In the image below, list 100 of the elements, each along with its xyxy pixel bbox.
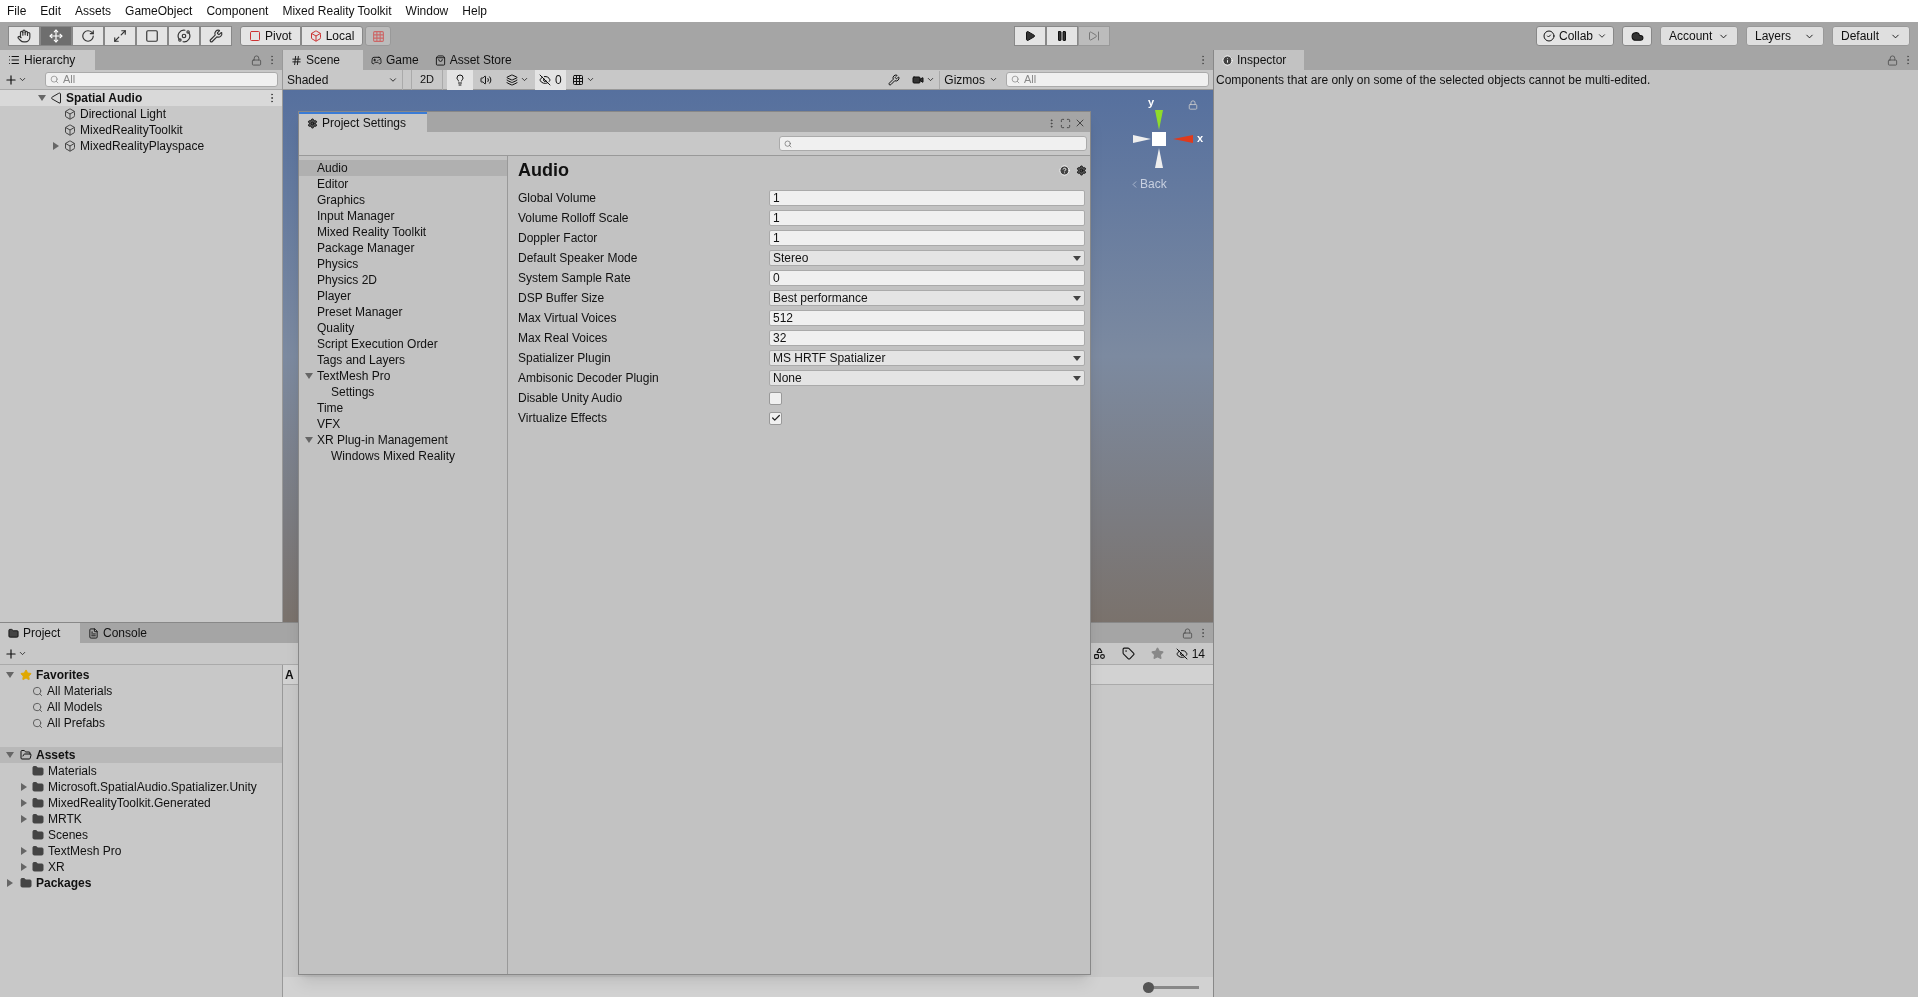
dropdown[interactable]: MS HRTF Spatializer: [769, 350, 1085, 366]
text-field[interactable]: 0: [769, 270, 1085, 286]
folder-item[interactable]: MRTK: [48, 810, 82, 828]
cloud-button[interactable]: [1622, 26, 1652, 46]
checkbox[interactable]: [769, 391, 782, 405]
text-field[interactable]: 1: [769, 210, 1085, 226]
expand-arrow-icon[interactable]: [6, 671, 14, 679]
pivot-button[interactable]: Pivot: [240, 26, 301, 46]
scene-tab[interactable]: Scene: [283, 50, 363, 70]
settings-nav-item[interactable]: XR Plug-in Management: [299, 432, 507, 448]
settings-nav-item[interactable]: Physics: [299, 256, 507, 272]
help-icon[interactable]: [1059, 164, 1070, 176]
lock-icon[interactable]: [251, 55, 262, 66]
favorite-item[interactable]: All Models: [47, 698, 103, 716]
expand-arrow-icon[interactable]: [20, 783, 28, 791]
hierarchy-item[interactable]: Directional Light: [80, 105, 167, 123]
lock-icon[interactable]: [1887, 55, 1898, 66]
scale-tool-button[interactable]: [104, 26, 136, 46]
settings-nav-item[interactable]: VFX: [299, 416, 507, 432]
expand-arrow-icon[interactable]: [20, 847, 28, 855]
menu-item[interactable]: Help: [462, 2, 487, 20]
expand-arrow-icon[interactable]: [6, 879, 14, 887]
transform-tool-button[interactable]: [168, 26, 200, 46]
expand-arrow-icon[interactable]: [305, 436, 313, 444]
settings-nav-item[interactable]: Preset Manager: [299, 304, 507, 320]
folder-item[interactable]: MixedRealityToolkit.Generated: [48, 794, 211, 812]
gizmos-dropdown[interactable]: Gizmos: [939, 70, 1002, 89]
folder-item[interactable]: Materials: [48, 762, 97, 780]
settings-nav-item[interactable]: Windows Mixed Reality: [299, 448, 507, 464]
expand-arrow-icon[interactable]: [52, 142, 60, 150]
packages-label[interactable]: Packages: [36, 874, 92, 892]
custom-tool-button[interactable]: [200, 26, 232, 46]
orientation-gizmo-drawing[interactable]: [1133, 110, 1193, 170]
favorite-item[interactable]: All Prefabs: [47, 714, 106, 732]
settings-nav-item[interactable]: Audio: [299, 160, 507, 176]
lock-icon[interactable]: [1182, 628, 1193, 639]
maximize-icon[interactable]: [1060, 117, 1071, 129]
hierarchy-tab[interactable]: Hierarchy: [0, 50, 95, 70]
play-button[interactable]: [1014, 26, 1047, 46]
text-field[interactable]: 32: [769, 330, 1085, 346]
settings-search-field[interactable]: [779, 136, 1087, 151]
hand-tool-button[interactable]: [8, 26, 40, 46]
pause-button[interactable]: [1046, 26, 1079, 46]
settings-nav-item[interactable]: Player: [299, 288, 507, 304]
menu-item[interactable]: Window: [405, 2, 449, 20]
lighting-toggle[interactable]: [447, 69, 474, 90]
local-button[interactable]: Local: [300, 26, 364, 46]
menu-item[interactable]: GameObject: [125, 2, 193, 20]
hidden-packages-toggle[interactable]: 14: [1171, 644, 1209, 663]
settings-icon[interactable]: [1076, 164, 1087, 176]
expand-arrow-icon[interactable]: [20, 863, 28, 871]
window-tab[interactable]: Project Settings: [299, 112, 427, 132]
folder-item[interactable]: TextMesh Pro: [48, 842, 122, 860]
menu-item[interactable]: Edit: [40, 2, 62, 20]
2d-toggle[interactable]: 2D: [411, 69, 444, 90]
settings-nav-item[interactable]: Script Execution Order: [299, 336, 507, 352]
hierarchy-item[interactable]: MixedRealityToolkit: [80, 121, 183, 139]
rect-tool-button[interactable]: [136, 26, 168, 46]
layers-dropdown[interactable]: Layers: [1746, 26, 1824, 46]
shapes-icon[interactable]: [1092, 647, 1106, 660]
dropdown[interactable]: Best performance: [769, 290, 1085, 306]
text-field[interactable]: 1: [769, 190, 1085, 206]
settings-nav-item[interactable]: Settings: [299, 384, 507, 400]
settings-nav-item[interactable]: Physics 2D: [299, 272, 507, 288]
move-tool-button[interactable]: [40, 26, 72, 46]
favorite-item[interactable]: All Materials: [47, 682, 113, 700]
settings-nav-item[interactable]: Tags and Layers: [299, 352, 507, 368]
expand-arrow-icon[interactable]: [38, 94, 46, 102]
settings-nav-item[interactable]: Quality: [299, 320, 507, 336]
create-button[interactable]: [4, 646, 27, 661]
account-dropdown[interactable]: Account: [1660, 26, 1738, 46]
settings-nav-item[interactable]: Graphics: [299, 192, 507, 208]
hierarchy-item[interactable]: MixedRealityPlayspace: [80, 137, 205, 155]
tools-icon[interactable]: [888, 73, 901, 86]
settings-nav-item[interactable]: Editor: [299, 176, 507, 192]
text-field[interactable]: 1: [769, 230, 1085, 246]
lock-icon[interactable]: [1188, 100, 1198, 110]
shading-dropdown[interactable]: Shaded: [283, 69, 403, 90]
folder-item[interactable]: XR: [48, 858, 65, 876]
settings-nav-item[interactable]: Input Manager: [299, 208, 507, 224]
text-field[interactable]: 512: [769, 310, 1085, 326]
assets-label[interactable]: Assets: [36, 746, 76, 764]
project-tab[interactable]: Project: [0, 623, 80, 643]
settings-nav-item[interactable]: Package Manager: [299, 240, 507, 256]
menu-item[interactable]: Assets: [75, 2, 112, 20]
dropdown[interactable]: Stereo: [769, 250, 1085, 266]
dropdown[interactable]: None: [769, 370, 1085, 386]
menu-item[interactable]: Component: [206, 2, 269, 20]
expand-arrow-icon[interactable]: [6, 751, 14, 759]
menu-item[interactable]: Mixed Reality Toolkit: [282, 2, 392, 20]
tag-icon[interactable]: [1121, 647, 1135, 660]
folder-item[interactable]: Scenes: [48, 826, 89, 844]
close-icon[interactable]: [1074, 117, 1086, 129]
collab-button[interactable]: Collab: [1535, 26, 1614, 46]
checkbox[interactable]: [769, 411, 782, 425]
star-icon[interactable]: [1150, 647, 1164, 660]
layout-dropdown[interactable]: Default: [1832, 26, 1910, 46]
zoom-slider-thumb[interactable]: [1143, 981, 1154, 993]
menu-item[interactable]: File: [7, 2, 27, 20]
folder-item[interactable]: Microsoft.SpatialAudio.Spatializer.Unity: [48, 778, 257, 796]
